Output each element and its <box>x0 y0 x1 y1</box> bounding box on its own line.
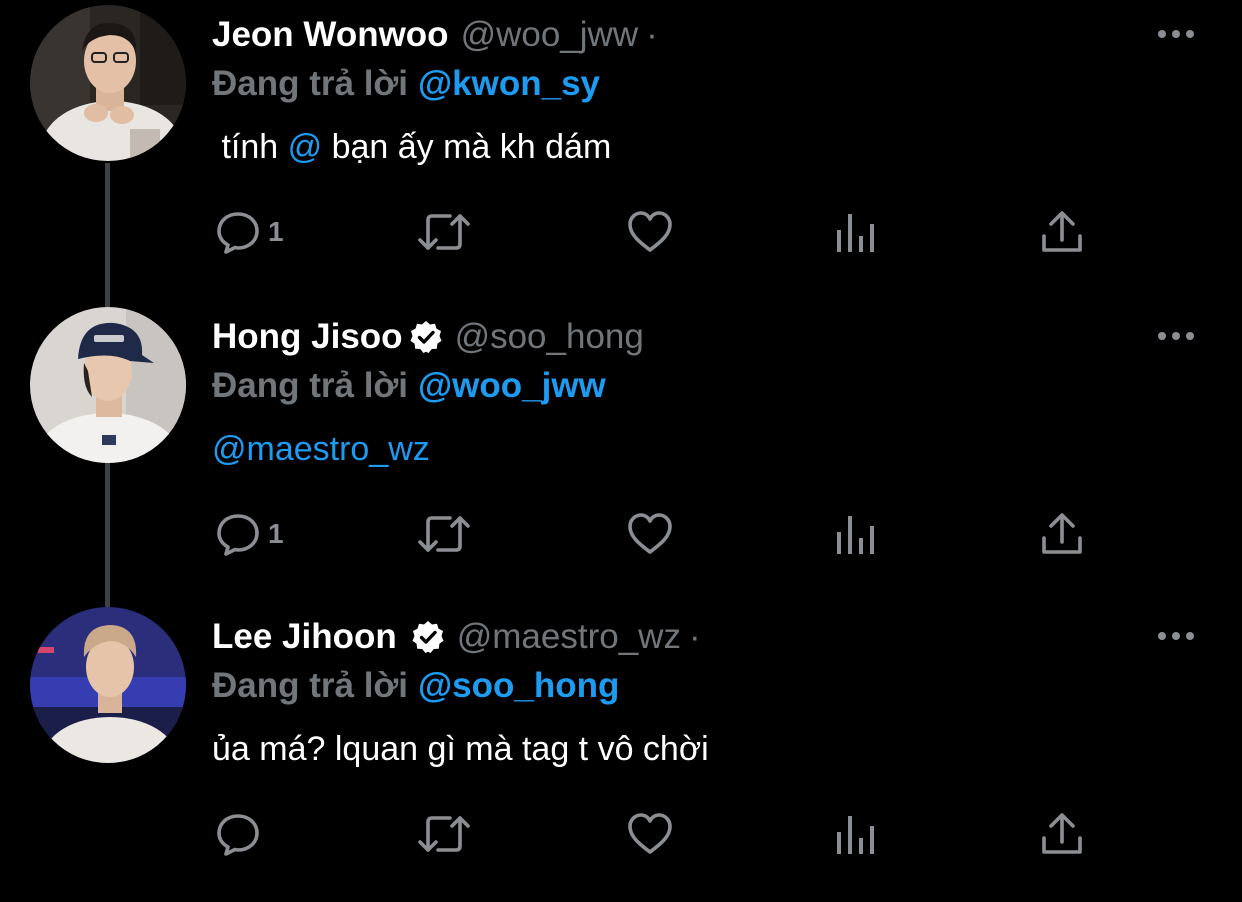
retweet-button[interactable] <box>416 808 472 860</box>
user-handle[interactable]: @maestro_wz <box>457 617 681 657</box>
like-button[interactable] <box>626 206 674 258</box>
tweet[interactable]: Jeon Wonwoo @woo_jww · Đang trả lời @kwo… <box>0 0 1242 300</box>
like-button[interactable] <box>626 508 674 560</box>
retweet-icon <box>418 516 470 552</box>
reply-count: 1 <box>268 216 284 247</box>
more-icon <box>1158 332 1166 340</box>
reply-target-link[interactable]: @soo_hong <box>418 666 619 706</box>
replying-to-label: Đang trả lời <box>212 366 409 405</box>
tweet-header: Jeon Wonwoo @woo_jww · <box>212 13 658 57</box>
replying-to: Đang trả lời @kwon_sy <box>212 62 600 106</box>
reply-icon <box>217 514 259 556</box>
more-options-button[interactable] <box>1158 22 1194 46</box>
reply-target-link[interactable]: @kwon_sy <box>418 64 600 104</box>
tweet-text: tính @ bạn ấy mà kh dám <box>212 122 611 172</box>
retweet-icon <box>418 816 470 852</box>
more-icon <box>1158 30 1166 38</box>
separator-dot: · <box>646 15 658 54</box>
mention-link[interactable]: @maestro_wz <box>212 430 430 469</box>
replying-to-label: Đang trả lời <box>212 666 409 705</box>
tweet-text-segment: ủa má? lquan gì mà tag t vô chời <box>212 729 709 768</box>
more-icon <box>1172 30 1180 38</box>
retweet-button[interactable] <box>416 206 472 258</box>
analytics-icon <box>837 816 874 854</box>
more-icon <box>1186 632 1194 640</box>
analytics-button[interactable] <box>834 508 878 560</box>
verified-badge-icon <box>412 621 444 653</box>
share-icon <box>1042 813 1082 854</box>
tweet-header: Hong Jisoo @soo_hong <box>212 315 652 359</box>
user-handle[interactable]: @woo_jww <box>461 15 639 55</box>
reply-button[interactable] <box>214 808 268 860</box>
retweet-icon <box>418 214 470 250</box>
tweet-text-segment: tính <box>212 127 288 166</box>
replying-to: Đang trả lời @woo_jww <box>212 364 606 408</box>
avatar[interactable] <box>30 307 186 463</box>
tweet-text: @maestro_wz <box>212 424 430 474</box>
share-button[interactable] <box>1040 808 1084 860</box>
like-icon <box>628 513 672 554</box>
tweet-text: ủa má? lquan gì mà tag t vô chời <box>212 724 709 774</box>
analytics-button[interactable] <box>834 808 878 860</box>
reply-icon <box>217 212 259 254</box>
tweet[interactable]: Hong Jisoo @soo_hong Đang trả lời @woo_j… <box>0 302 1242 602</box>
tweet-actions <box>0 802 1242 866</box>
more-options-button[interactable] <box>1158 624 1194 648</box>
share-button[interactable] <box>1040 206 1084 258</box>
more-icon <box>1186 332 1194 340</box>
analytics-icon <box>837 214 874 252</box>
display-name[interactable]: Hong Jisoo <box>212 317 403 357</box>
replying-to-label: Đang trả lời <box>212 64 409 103</box>
avatar[interactable] <box>30 5 186 161</box>
share-button[interactable] <box>1040 508 1084 560</box>
analytics-button[interactable] <box>834 206 878 258</box>
avatar[interactable] <box>30 607 186 763</box>
more-options-button[interactable] <box>1158 324 1194 348</box>
like-icon <box>628 813 672 854</box>
tweet-actions: 1 <box>0 502 1242 566</box>
share-icon <box>1042 211 1082 252</box>
share-icon <box>1042 513 1082 554</box>
replying-to: Đang trả lời @soo_hong <box>212 664 619 708</box>
more-icon <box>1186 30 1194 38</box>
like-icon <box>628 211 672 252</box>
more-icon <box>1158 632 1166 640</box>
reply-icon <box>217 814 259 856</box>
analytics-icon <box>837 516 874 554</box>
reply-button[interactable]: 1 <box>214 508 284 560</box>
reply-button[interactable]: 1 <box>214 206 284 258</box>
user-handle[interactable]: @soo_hong <box>455 317 644 357</box>
display-name[interactable]: Jeon Wonwoo <box>212 15 449 55</box>
reply-target-link[interactable]: @woo_jww <box>418 366 606 406</box>
tweet-header: Lee Jihoon @maestro_wz · <box>212 615 701 659</box>
tweet[interactable]: Lee Jihoon @maestro_wz · Đang trả lời @s… <box>0 602 1242 902</box>
verified-badge-icon <box>410 321 442 353</box>
like-button[interactable] <box>626 808 674 860</box>
more-icon <box>1172 632 1180 640</box>
mention-link[interactable]: @ <box>288 128 323 167</box>
retweet-button[interactable] <box>416 508 472 560</box>
more-icon <box>1172 332 1180 340</box>
reply-count: 1 <box>268 518 284 549</box>
tweet-actions: 1 <box>0 200 1242 264</box>
tweet-text-segment: bạn ấy mà kh dám <box>322 127 612 166</box>
display-name[interactable]: Lee Jihoon <box>212 617 397 657</box>
separator-dot: · <box>688 617 701 656</box>
